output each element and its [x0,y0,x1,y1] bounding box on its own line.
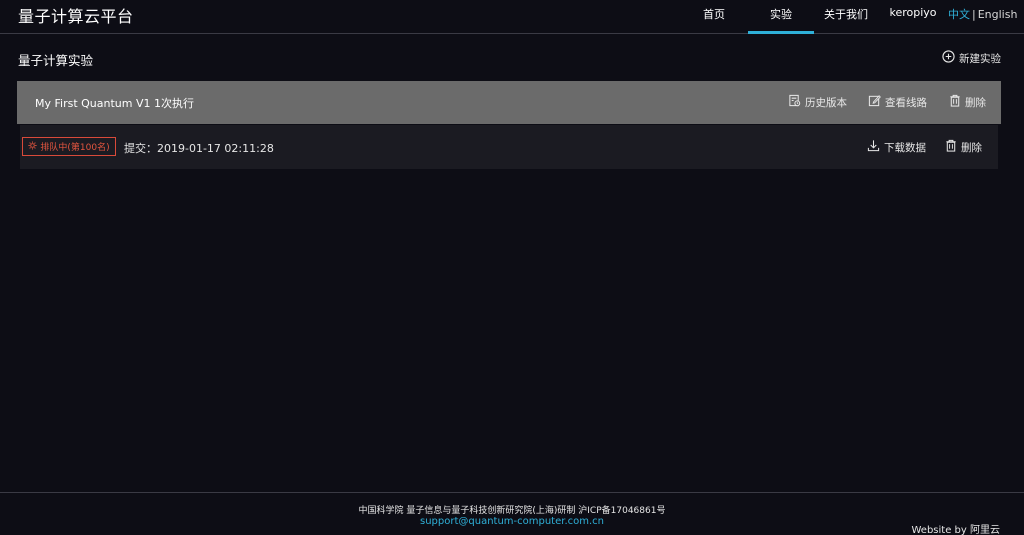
lang-en[interactable]: English [978,8,1018,21]
view-circuit-label: 查看线路 [885,96,927,109]
delete-run-label: 删除 [961,141,982,154]
download-data-button[interactable]: 下载数据 [867,139,926,155]
lang-zh[interactable]: 中文 [948,8,970,21]
delete-experiment-button[interactable]: 删除 [949,94,986,110]
history-button[interactable]: 历史版本 [788,94,847,110]
nav-about[interactable]: 关于我们 [818,6,874,34]
experiment-header: My First Quantum V1 1次执行 历史版本 查看线路 删除 [17,81,1001,124]
new-experiment-label: 新建实验 [959,52,1001,65]
submit-time: 提交：2019-01-17 02:11:28 [124,142,274,155]
edit-icon [868,94,885,110]
experiment-name[interactable]: My First Quantum V1 1次执行 [35,95,194,111]
plus-circle-icon [942,50,959,66]
download-data-label: 下载数据 [884,141,926,154]
lang-separator: | [972,8,976,21]
status-badge: 排队中(第100名) [22,137,116,156]
history-icon [788,94,805,110]
user-menu[interactable]: keropiyo [885,6,941,34]
history-label: 历史版本 [805,96,847,109]
run-row: 排队中(第100名) 提交：2019-01-17 02:11:28 下载数据 删… [20,125,998,169]
language-switcher: 中文 | English [948,6,1017,22]
nav-home[interactable]: 首页 [694,6,734,34]
download-icon [867,139,884,155]
support-email-link[interactable]: support@quantum-computer.com.cn [0,516,1024,527]
footer: 中国科学院 量子信息与量子科技创新研究院(上海)研制 沪ICP备17046861… [0,492,1024,535]
top-header: 量子计算云平台 首页 实验 关于我们 keropiyo 中文 | English [0,0,1024,34]
footer-info: 中国科学院 量子信息与量子科技创新研究院(上海)研制 沪ICP备17046861… [358,506,666,516]
status-label: 排队中(第100名) [40,143,110,153]
view-circuit-button[interactable]: 查看线路 [868,94,927,110]
brand-title[interactable]: 量子计算云平台 [18,3,134,27]
gear-icon [28,140,40,153]
website-credit: Website by 阿里云 [911,525,1001,535]
page-title: 量子计算实验 [18,53,94,68]
delete-experiment-label: 删除 [965,96,986,109]
trash-icon [949,94,965,110]
trash-icon [945,139,961,155]
nav-experiment[interactable]: 实验 [748,6,814,34]
delete-run-button[interactable]: 删除 [945,139,982,155]
new-experiment-button[interactable]: 新建实验 [942,50,1001,66]
